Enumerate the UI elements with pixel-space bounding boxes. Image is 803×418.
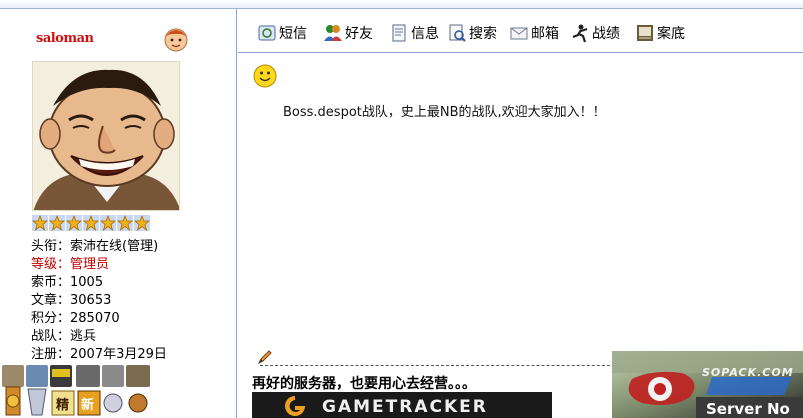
server-status-text: Server No	[706, 400, 790, 418]
toolbar-info-label: 信息	[411, 26, 439, 42]
server-status-badge[interactable]: SOPACK.COM Server No	[612, 351, 803, 418]
signature-divider	[260, 365, 640, 366]
toolbar-record-label: 战绩	[592, 26, 620, 42]
toolbar-friends-label: 好友	[345, 26, 373, 42]
toolbar-file-label: 案底	[657, 26, 685, 42]
star-icon	[83, 215, 99, 231]
star-icon	[100, 215, 116, 231]
star-icon	[66, 215, 82, 231]
medal-icon: 新	[76, 365, 101, 416]
toolbar-mail-button[interactable]: 邮箱	[509, 22, 559, 44]
pencil-icon	[257, 350, 272, 365]
author-info-list: 头衔：索沛在线(管理) 等级：管理员 索币：1005 文章：30653 积分：2…	[31, 238, 167, 364]
coins-label: 索币：	[31, 275, 71, 290]
record-icon	[572, 24, 588, 43]
registered-label: 注册：	[31, 347, 71, 362]
title-row: 头衔：索沛在线(管理)	[31, 238, 167, 256]
points-label: 积分：	[31, 311, 71, 326]
author-username[interactable]: saloman	[36, 31, 94, 46]
medal-badges: 精 新	[2, 365, 150, 416]
rank-label: 等级：	[31, 257, 71, 272]
toolbar-search-label: 搜索	[469, 26, 497, 42]
coins-row: 索币：1005	[31, 274, 167, 292]
post-content-panel: 短信 好友 信息 搜索 邮箱 战绩 案底 Boss.despot战队，史上最NB…	[238, 9, 803, 418]
star-icon	[117, 215, 133, 231]
star-icon	[32, 215, 48, 231]
star-icon	[134, 215, 150, 231]
online-status-icon	[164, 28, 188, 52]
medal-icon	[26, 365, 48, 416]
team-value: 逃兵	[70, 329, 97, 344]
star-icon	[49, 215, 65, 231]
title-label: 头衔：	[31, 239, 71, 254]
toolbar-mail-label: 邮箱	[531, 26, 559, 42]
posts-row: 文章：30653	[31, 292, 167, 310]
posts-value: 30653	[70, 293, 112, 308]
rank-stars	[32, 215, 150, 231]
team-label: 战队：	[31, 329, 71, 344]
title-value: 索沛在线(管理)	[70, 239, 159, 254]
gametracker-logo-icon	[285, 396, 305, 416]
rank-value: 管理员	[70, 257, 110, 272]
points-value: 285070	[70, 311, 120, 326]
rank-row: 等级：管理员	[31, 256, 167, 274]
toolbar-message-label: 短信	[279, 26, 307, 42]
toolbar-info-button[interactable]: 信息	[389, 22, 439, 44]
message-icon	[258, 25, 276, 41]
author-profile-panel: saloman 头衔：索沛在线(管理) 等级：管理员 索币：1005 文章：30…	[0, 9, 237, 418]
toolbar-file-button[interactable]: 案底	[635, 22, 685, 44]
svg-text:新: 新	[81, 397, 94, 413]
medal-icon: 精	[50, 365, 75, 416]
gametracker-banner[interactable]: GAMETRACKER	[252, 392, 552, 418]
top-border	[0, 0, 803, 9]
medal-icon	[102, 365, 124, 413]
site-name-text: SOPACK.COM	[702, 366, 794, 379]
toolbar-record-button[interactable]: 战绩	[570, 22, 620, 44]
signature-text: 再好的服务器，也要用心去经营。。。	[252, 376, 476, 392]
gametracker-text: GAMETRACKER	[322, 397, 488, 417]
registered-value: 2007年3月29日	[70, 347, 167, 362]
friends-icon	[324, 25, 342, 41]
file-icon	[637, 25, 653, 41]
author-avatar[interactable]	[32, 61, 180, 211]
coins-value: 1005	[70, 275, 104, 290]
forum-post-frame: saloman 头衔：索沛在线(管理) 等级：管理员 索币：1005 文章：30…	[0, 0, 803, 418]
post-toolbar: 短信 好友 信息 搜索 邮箱 战绩 案底	[238, 9, 803, 53]
medal-icon	[2, 365, 24, 416]
points-row: 积分：285070	[31, 310, 167, 328]
registered-row: 注册：2007年3月29日	[31, 346, 167, 364]
team-row: 战队：逃兵	[31, 328, 167, 346]
medal-icon	[126, 365, 150, 413]
smiley-icon	[253, 64, 277, 88]
info-icon	[392, 24, 406, 42]
search-icon	[449, 24, 466, 42]
toolbar-search-button[interactable]: 搜索	[447, 22, 497, 44]
svg-text:精: 精	[56, 397, 69, 413]
posts-label: 文章：	[31, 293, 71, 308]
post-message: Boss.despot战队，史上最NB的战队,欢迎大家加入！！	[283, 105, 606, 120]
toolbar-friends-button[interactable]: 好友	[323, 22, 373, 44]
toolbar-message-button[interactable]: 短信	[257, 22, 307, 44]
mail-icon	[510, 27, 528, 40]
